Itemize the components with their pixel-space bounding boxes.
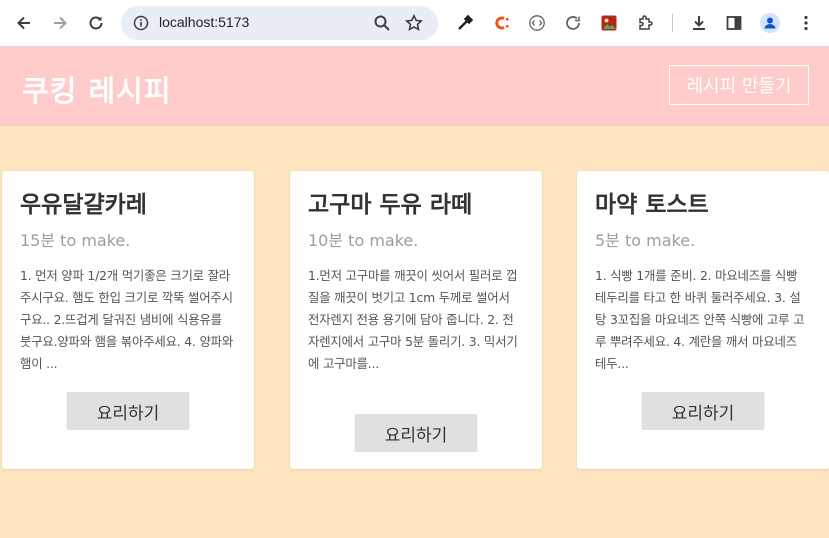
- app-title[interactable]: 쿠킹 레시피: [22, 68, 172, 110]
- profile-icon: [760, 13, 780, 33]
- reload-button[interactable]: [82, 9, 110, 37]
- back-button[interactable]: [10, 9, 38, 37]
- star-icon: [405, 14, 423, 31]
- c-extension-icon: [495, 16, 509, 30]
- recipe-time: 15분 to make.: [20, 231, 131, 250]
- bookmark-button[interactable]: [402, 11, 426, 35]
- zoom-button[interactable]: [370, 11, 394, 35]
- code-extension-icon: [529, 15, 545, 31]
- eyedropper-extension[interactable]: [453, 11, 477, 35]
- download-icon: [693, 16, 705, 30]
- cook-button[interactable]: 요리하기: [66, 392, 190, 430]
- recipe-description: 1. 식빵 1개를 준비. 2. 마요네즈를 식빵 테두리를 타고 한 바퀴 둘…: [595, 268, 805, 371]
- recipe-card: 마약 토스트 5분 to make. 1. 식빵 1개를 준비. 2. 마요네즈…: [577, 171, 829, 469]
- recipe-description: 1.먼저 고구마를 깨끗이 씻어서 필러로 껍질을 깨끗이 벗기고 1cm 두께…: [308, 268, 518, 371]
- recipe-title: 고구마 두유 라떼: [308, 192, 473, 218]
- code-extension[interactable]: [525, 11, 549, 35]
- recipe-card: 우유달걀카레 15분 to make. 1. 먼저 양파 1/2개 먹기좋은 크…: [2, 171, 254, 469]
- site-info-icon: [133, 15, 149, 31]
- image-extension-icon: [601, 15, 617, 31]
- url-text[interactable]: localhost:5173: [159, 14, 249, 30]
- side-panel-button[interactable]: [722, 11, 746, 35]
- toolbar-separator: [672, 14, 673, 32]
- kebab-menu-icon: [804, 15, 808, 31]
- recipe-title: 마약 토스트: [595, 192, 709, 218]
- image-extension[interactable]: [597, 11, 621, 35]
- forward-button[interactable]: [46, 9, 74, 37]
- download-button[interactable]: [687, 11, 711, 35]
- site-info-button[interactable]: [129, 11, 153, 35]
- recipe-card: 고구마 두유 라떼 10분 to make. 1.먼저 고구마를 깨끗이 씻어서…: [290, 171, 542, 469]
- browser-menu-button[interactable]: [794, 11, 818, 35]
- extensions-button[interactable]: [633, 11, 657, 35]
- browser-toolbar: localhost:5173: [0, 0, 829, 47]
- side-panel-icon: [726, 16, 742, 30]
- puzzle-icon: [639, 15, 653, 30]
- create-recipe-button[interactable]: 레시피 만들기: [669, 65, 809, 105]
- recipe-description: 1. 먼저 양파 1/2개 먹기좋은 크기로 잘라주시구요. 햄도 한입 크기로…: [20, 268, 234, 371]
- zoom-icon: [374, 15, 390, 31]
- cook-button[interactable]: 요리하기: [641, 392, 765, 430]
- app-header: 쿠킹 레시피 레시피 만들기: [0, 47, 829, 126]
- c-extension[interactable]: [489, 11, 513, 35]
- recipe-title: 우유달걀카레: [20, 192, 147, 218]
- arrow-right-icon: [54, 16, 67, 30]
- eyedropper-icon: [458, 14, 474, 30]
- arrow-left-icon: [17, 16, 30, 30]
- refresh-extension[interactable]: [561, 11, 585, 35]
- refresh-extension-icon: [566, 16, 580, 30]
- recipe-time: 5분 to make.: [595, 231, 696, 250]
- reload-icon: [89, 16, 103, 30]
- recipe-time: 10분 to make.: [308, 231, 419, 250]
- profile-button[interactable]: [758, 11, 782, 35]
- address-bar[interactable]: localhost:5173: [121, 6, 438, 40]
- cook-button[interactable]: 요리하기: [354, 414, 478, 452]
